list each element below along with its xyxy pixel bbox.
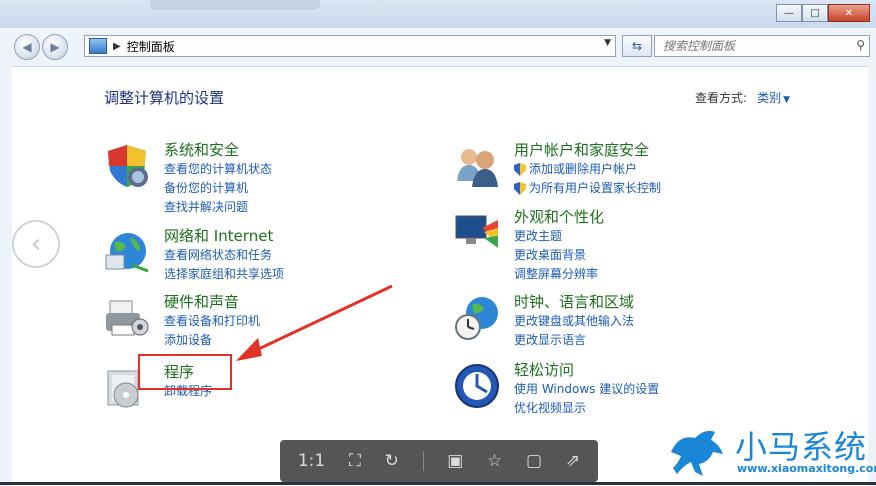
crop-icon[interactable]: ▢	[526, 451, 542, 471]
horse-logo-icon	[671, 430, 723, 476]
image-viewer-toolbar: 1:1 ⛶ ↻ ▣ ☆ ▢ ⇗	[280, 440, 598, 482]
favorite-star-icon[interactable]: ☆	[487, 451, 502, 471]
save-icon[interactable]: ▣	[447, 451, 463, 471]
toolbar-divider	[422, 451, 424, 471]
share-icon[interactable]: ⇗	[566, 451, 580, 471]
rotate-icon[interactable]: ↻	[385, 451, 399, 471]
annotation-arrow-icon	[236, 284, 393, 361]
watermark-url: www.xiaomaxitong.com	[737, 462, 876, 475]
fit-screen-icon[interactable]: ⛶	[349, 451, 361, 471]
watermark-logo: 小马系统 www.xiaomaxitong.com	[665, 422, 876, 482]
actual-size-button[interactable]: 1:1	[298, 451, 325, 471]
